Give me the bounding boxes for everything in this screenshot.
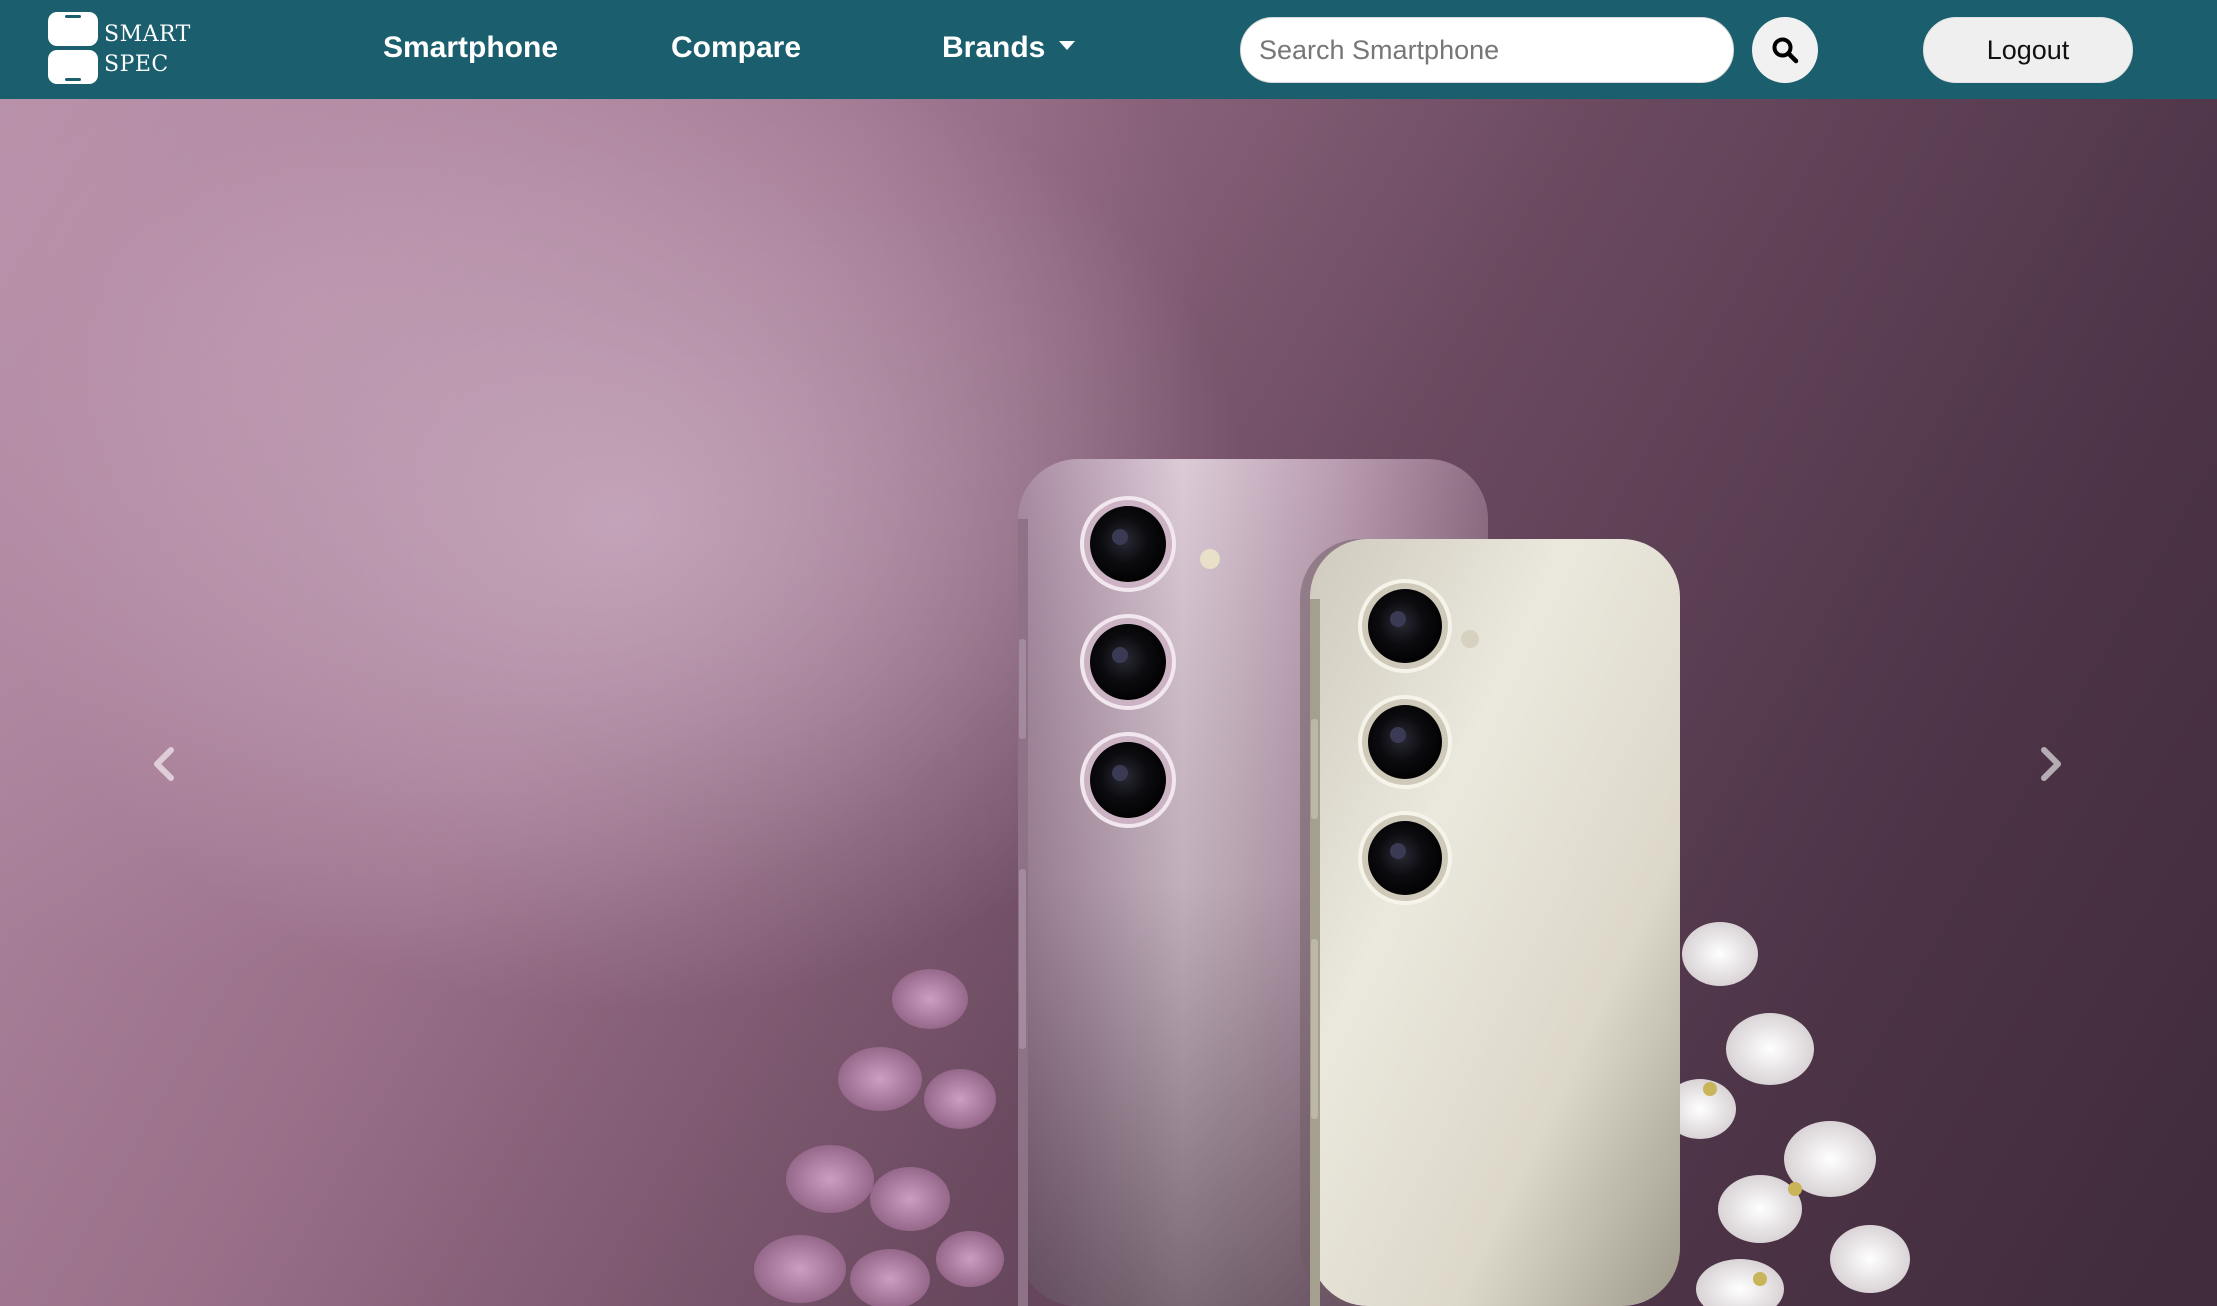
search-input[interactable] xyxy=(1240,17,1734,83)
hero-phones-image xyxy=(754,459,1910,1306)
top-navbar: SMART SPEC Smartphone Compare Brands Log… xyxy=(0,0,2217,99)
chevron-right-icon xyxy=(2041,747,2061,781)
logout-button[interactable]: Logout xyxy=(1923,17,2133,83)
brand-line-1: SMART xyxy=(104,22,191,47)
white-flowers xyxy=(1664,922,1910,1306)
search-button[interactable] xyxy=(1752,17,1818,83)
hero-carousel xyxy=(0,99,2217,1306)
nav-smartphone[interactable]: Smartphone xyxy=(383,28,558,68)
cream-phone xyxy=(1300,539,1680,1306)
nav-compare[interactable]: Compare xyxy=(671,28,801,68)
carousel-prev-button[interactable] xyxy=(139,739,189,789)
brand-logo[interactable]: SMART SPEC xyxy=(48,12,191,86)
brand-line-2: SPEC xyxy=(104,52,169,77)
brand-wordmark: SMART SPEC xyxy=(104,20,191,80)
carousel-next-button[interactable] xyxy=(2026,739,2076,789)
nav-brands-dropdown[interactable]: Brands xyxy=(942,28,1076,68)
phone-logo-icon xyxy=(48,12,98,84)
nav-brands-label: Brands xyxy=(942,31,1046,64)
search-icon xyxy=(1772,37,1799,64)
caret-down-icon xyxy=(1059,40,1076,50)
chevron-left-icon xyxy=(154,747,174,781)
purple-flowers xyxy=(754,969,1004,1306)
